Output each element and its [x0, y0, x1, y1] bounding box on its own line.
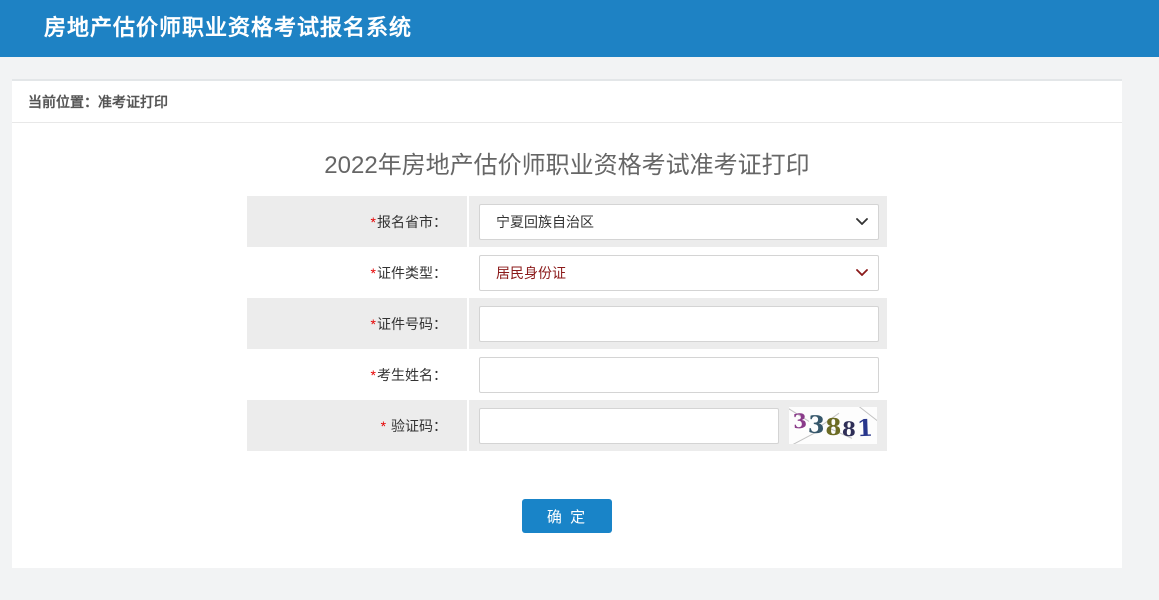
candidate-name-label-text: 考生姓名：	[377, 365, 447, 385]
province-select[interactable]: 宁夏回族自治区	[479, 204, 879, 240]
confirm-button[interactable]: 确 定	[522, 499, 612, 533]
captcha-input[interactable]	[479, 408, 779, 444]
admission-ticket-form: *报名省市： 宁夏回族自治区 *证件类型： 居民身份证 *证件号码：	[247, 196, 887, 451]
required-asterisk: *	[371, 316, 376, 332]
id-number-label: *证件号码：	[247, 298, 469, 349]
content-box: 当前位置：准考证打印 2022年房地产估价师职业资格考试准考证打印 *报名省市：…	[12, 79, 1122, 568]
form-row-candidate-name: *考生姓名：	[247, 349, 887, 400]
province-select-value: 宁夏回族自治区	[496, 212, 594, 232]
id-type-cell: 居民身份证	[469, 247, 887, 298]
captcha-cell: 33881	[469, 400, 887, 451]
candidate-name-label: *考生姓名：	[247, 349, 469, 400]
required-asterisk: *	[371, 367, 376, 383]
captcha-digit: 8	[825, 416, 841, 439]
id-type-label-text: 证件类型：	[377, 263, 447, 283]
candidate-name-input[interactable]	[479, 357, 879, 393]
captcha-label: * 验证码：	[247, 400, 469, 451]
id-type-select-value: 居民身份证	[496, 263, 566, 283]
form-row-id-number: *证件号码：	[247, 298, 887, 349]
captcha-image[interactable]: 33881	[789, 407, 877, 444]
id-type-label: *证件类型：	[247, 247, 469, 298]
form-row-id-type: *证件类型： 居民身份证	[247, 247, 887, 298]
form-row-province: *报名省市： 宁夏回族自治区	[247, 196, 887, 247]
captcha-digit: 3	[792, 411, 807, 432]
required-asterisk: *	[381, 418, 386, 434]
candidate-name-cell	[469, 349, 887, 400]
chevron-down-icon	[856, 218, 868, 225]
id-number-input[interactable]	[479, 306, 879, 342]
breadcrumb: 当前位置：准考证打印	[12, 81, 1122, 123]
province-cell: 宁夏回族自治区	[469, 196, 887, 247]
captcha-label-text: 验证码：	[387, 416, 447, 436]
required-asterisk: *	[371, 214, 376, 230]
page-title: 2022年房地产估价师职业资格考试准考证打印	[12, 145, 1122, 180]
captcha-digit: 1	[857, 417, 874, 441]
id-number-cell	[469, 298, 887, 349]
app-title: 房地产估价师职业资格考试报名系统	[44, 10, 412, 42]
id-type-select[interactable]: 居民身份证	[479, 255, 879, 291]
id-number-label-text: 证件号码：	[377, 314, 447, 334]
province-label-text: 报名省市：	[377, 212, 447, 232]
chevron-down-icon	[856, 269, 868, 276]
captcha-digit: 3	[807, 413, 825, 438]
required-asterisk: *	[371, 265, 376, 281]
button-row: 确 定	[12, 499, 1122, 533]
captcha-digit: 8	[842, 419, 857, 439]
form-row-captcha: * 验证码： 33881	[247, 400, 887, 451]
province-label: *报名省市：	[247, 196, 469, 247]
app-header: 房地产估价师职业资格考试报名系统	[0, 0, 1159, 57]
